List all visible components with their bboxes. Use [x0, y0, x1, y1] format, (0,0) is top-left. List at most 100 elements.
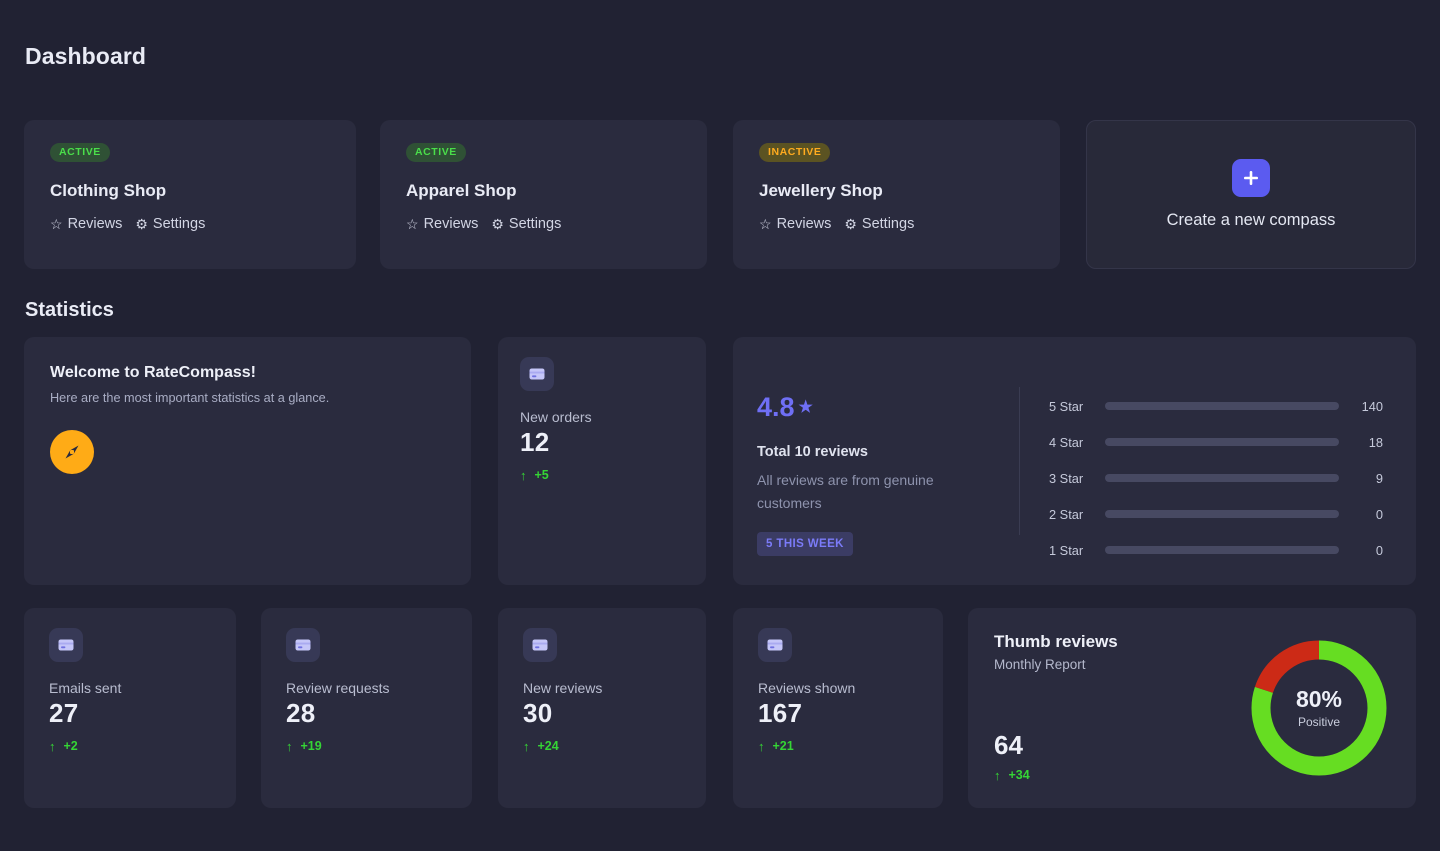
rating-row-count: 0: [1351, 507, 1383, 522]
stat-card-new-orders: New orders 12 ↑ +5: [498, 337, 706, 585]
rating-row-count: 9: [1351, 471, 1383, 486]
rating-row: 4 Star 18: [1049, 433, 1383, 451]
shop-links: ☆ Reviews ⚙ Settings: [50, 216, 330, 232]
welcome-title: Welcome to RateCompass!: [50, 364, 445, 382]
rating-row-count: 18: [1351, 435, 1383, 450]
stat-delta: ↑ +24: [523, 739, 681, 753]
shop-name: Clothing Shop: [50, 181, 330, 201]
thumb-reviews-value: 64: [994, 730, 1023, 761]
rating-track: [1105, 402, 1339, 410]
shop-card[interactable]: ACTIVE Apparel Shop ☆ Reviews ⚙ Settings: [380, 120, 707, 269]
stat-card-emails-sent: Emails sent 27 ↑ +2: [24, 608, 236, 808]
stat-delta: ↑ +21: [758, 739, 918, 753]
ratings-panel: 4.8 ★ Total 10 reviews All reviews are f…: [733, 337, 1416, 585]
stat-label: Review requests: [286, 680, 447, 696]
stat-delta: ↑ +5: [520, 468, 684, 482]
stat-value: 27: [49, 698, 211, 729]
rating-row: 1 Star 0: [1049, 541, 1383, 559]
dashboard-page: Dashboard ACTIVE Clothing Shop ☆ Reviews…: [0, 0, 1440, 851]
rating-row-label: 4 Star: [1049, 435, 1093, 450]
status-badge: INACTIVE: [759, 143, 830, 162]
compass-logo-icon: [50, 430, 94, 474]
rating-row-label: 5 Star: [1049, 399, 1093, 414]
shop-reviews-label: Reviews: [424, 216, 479, 232]
stat-delta-value: +24: [538, 739, 559, 753]
shop-reviews-link[interactable]: ☆ Reviews: [50, 216, 122, 232]
rating-track: [1105, 546, 1339, 554]
shop-reviews-label: Reviews: [777, 216, 832, 232]
arrow-up-icon: ↑: [286, 740, 293, 753]
status-badge: ACTIVE: [50, 143, 110, 162]
status-badge: ACTIVE: [406, 143, 466, 162]
rating-distribution-chart: 5 Star 140 4 Star 18 3 Star: [1020, 337, 1416, 585]
stat-card-new-reviews: New reviews 30 ↑ +24: [498, 608, 706, 808]
thumb-reviews-delta-value: +34: [1009, 768, 1030, 782]
ratings-summary: 4.8 ★ Total 10 reviews All reviews are f…: [733, 337, 1019, 585]
card-icon: [758, 628, 792, 662]
rating-score-value: 4.8: [757, 394, 795, 421]
rating-track: [1105, 474, 1339, 482]
shop-card[interactable]: INACTIVE Jewellery Shop ☆ Reviews ⚙ Sett…: [733, 120, 1060, 269]
arrow-up-icon: ↑: [523, 740, 530, 753]
card-icon: [286, 628, 320, 662]
shop-settings-label: Settings: [509, 216, 561, 232]
shop-name: Jewellery Shop: [759, 181, 1034, 201]
rating-total-label: Total 10 reviews: [757, 444, 1019, 460]
shop-settings-label: Settings: [862, 216, 914, 232]
shop-reviews-label: Reviews: [68, 216, 123, 232]
stat-card-reviews-shown: Reviews shown 167 ↑ +21: [733, 608, 943, 808]
arrow-up-icon: ↑: [758, 740, 765, 753]
page-title: Dashboard: [25, 43, 146, 70]
welcome-card: Welcome to RateCompass! Here are the mos…: [24, 337, 471, 585]
rating-row: 3 Star 9: [1049, 469, 1383, 487]
shop-links: ☆ Reviews ⚙ Settings: [406, 216, 681, 232]
rating-score: 4.8 ★: [757, 394, 1019, 421]
stat-value: 167: [758, 698, 918, 729]
rating-row-label: 3 Star: [1049, 471, 1093, 486]
card-icon: [520, 357, 554, 391]
rating-row-label: 2 Star: [1049, 507, 1093, 522]
gear-icon: ⚙: [844, 217, 857, 231]
rating-row: 2 Star 0: [1049, 505, 1383, 523]
thumb-reviews-card: Thumb reviews Monthly Report 64 ↑ +34 80…: [968, 608, 1416, 808]
shop-reviews-link[interactable]: ☆ Reviews: [759, 216, 831, 232]
rating-row: 5 Star 140: [1049, 397, 1383, 415]
shop-settings-link[interactable]: ⚙ Settings: [844, 216, 914, 232]
rating-row-label: 1 Star: [1049, 543, 1093, 558]
rating-note: All reviews are from genuine customers: [757, 469, 957, 514]
rating-row-count: 0: [1351, 543, 1383, 558]
thumb-reviews-donut-chart: 80% Positive: [1245, 634, 1393, 782]
gear-icon: ⚙: [491, 217, 504, 231]
welcome-subtitle: Here are the most important statistics a…: [50, 391, 445, 405]
star-outline-icon: ☆: [406, 217, 419, 231]
shop-links: ☆ Reviews ⚙ Settings: [759, 216, 1034, 232]
stat-value: 30: [523, 698, 681, 729]
rating-track: [1105, 438, 1339, 446]
shop-settings-link[interactable]: ⚙ Settings: [135, 216, 205, 232]
plus-icon: [1232, 159, 1270, 197]
shop-card[interactable]: ACTIVE Clothing Shop ☆ Reviews ⚙ Setting…: [24, 120, 356, 269]
stat-value: 12: [520, 427, 684, 458]
shop-name: Apparel Shop: [406, 181, 681, 201]
arrow-up-icon: ↑: [49, 740, 56, 753]
shop-settings-label: Settings: [153, 216, 205, 232]
stat-label: Reviews shown: [758, 680, 918, 696]
stat-card-review-requests: Review requests 28 ↑ +19: [261, 608, 472, 808]
shop-settings-link[interactable]: ⚙ Settings: [491, 216, 561, 232]
this-week-badge[interactable]: 5 THIS WEEK: [757, 532, 853, 556]
stat-delta: ↑ +19: [286, 739, 447, 753]
create-compass-label: Create a new compass: [1167, 211, 1336, 230]
rating-row-count: 140: [1351, 399, 1383, 414]
shop-reviews-link[interactable]: ☆ Reviews: [406, 216, 478, 232]
stat-delta-value: +2: [64, 739, 78, 753]
stat-label: New orders: [520, 409, 684, 425]
star-filled-icon: ★: [799, 400, 813, 416]
star-outline-icon: ☆: [50, 217, 63, 231]
thumb-reviews-delta: ↑ +34: [994, 768, 1030, 782]
star-outline-icon: ☆: [759, 217, 772, 231]
stat-delta: ↑ +2: [49, 739, 211, 753]
stat-delta-value: +19: [301, 739, 322, 753]
create-compass-card[interactable]: Create a new compass: [1086, 120, 1416, 269]
stat-label: New reviews: [523, 680, 681, 696]
rating-track: [1105, 510, 1339, 518]
